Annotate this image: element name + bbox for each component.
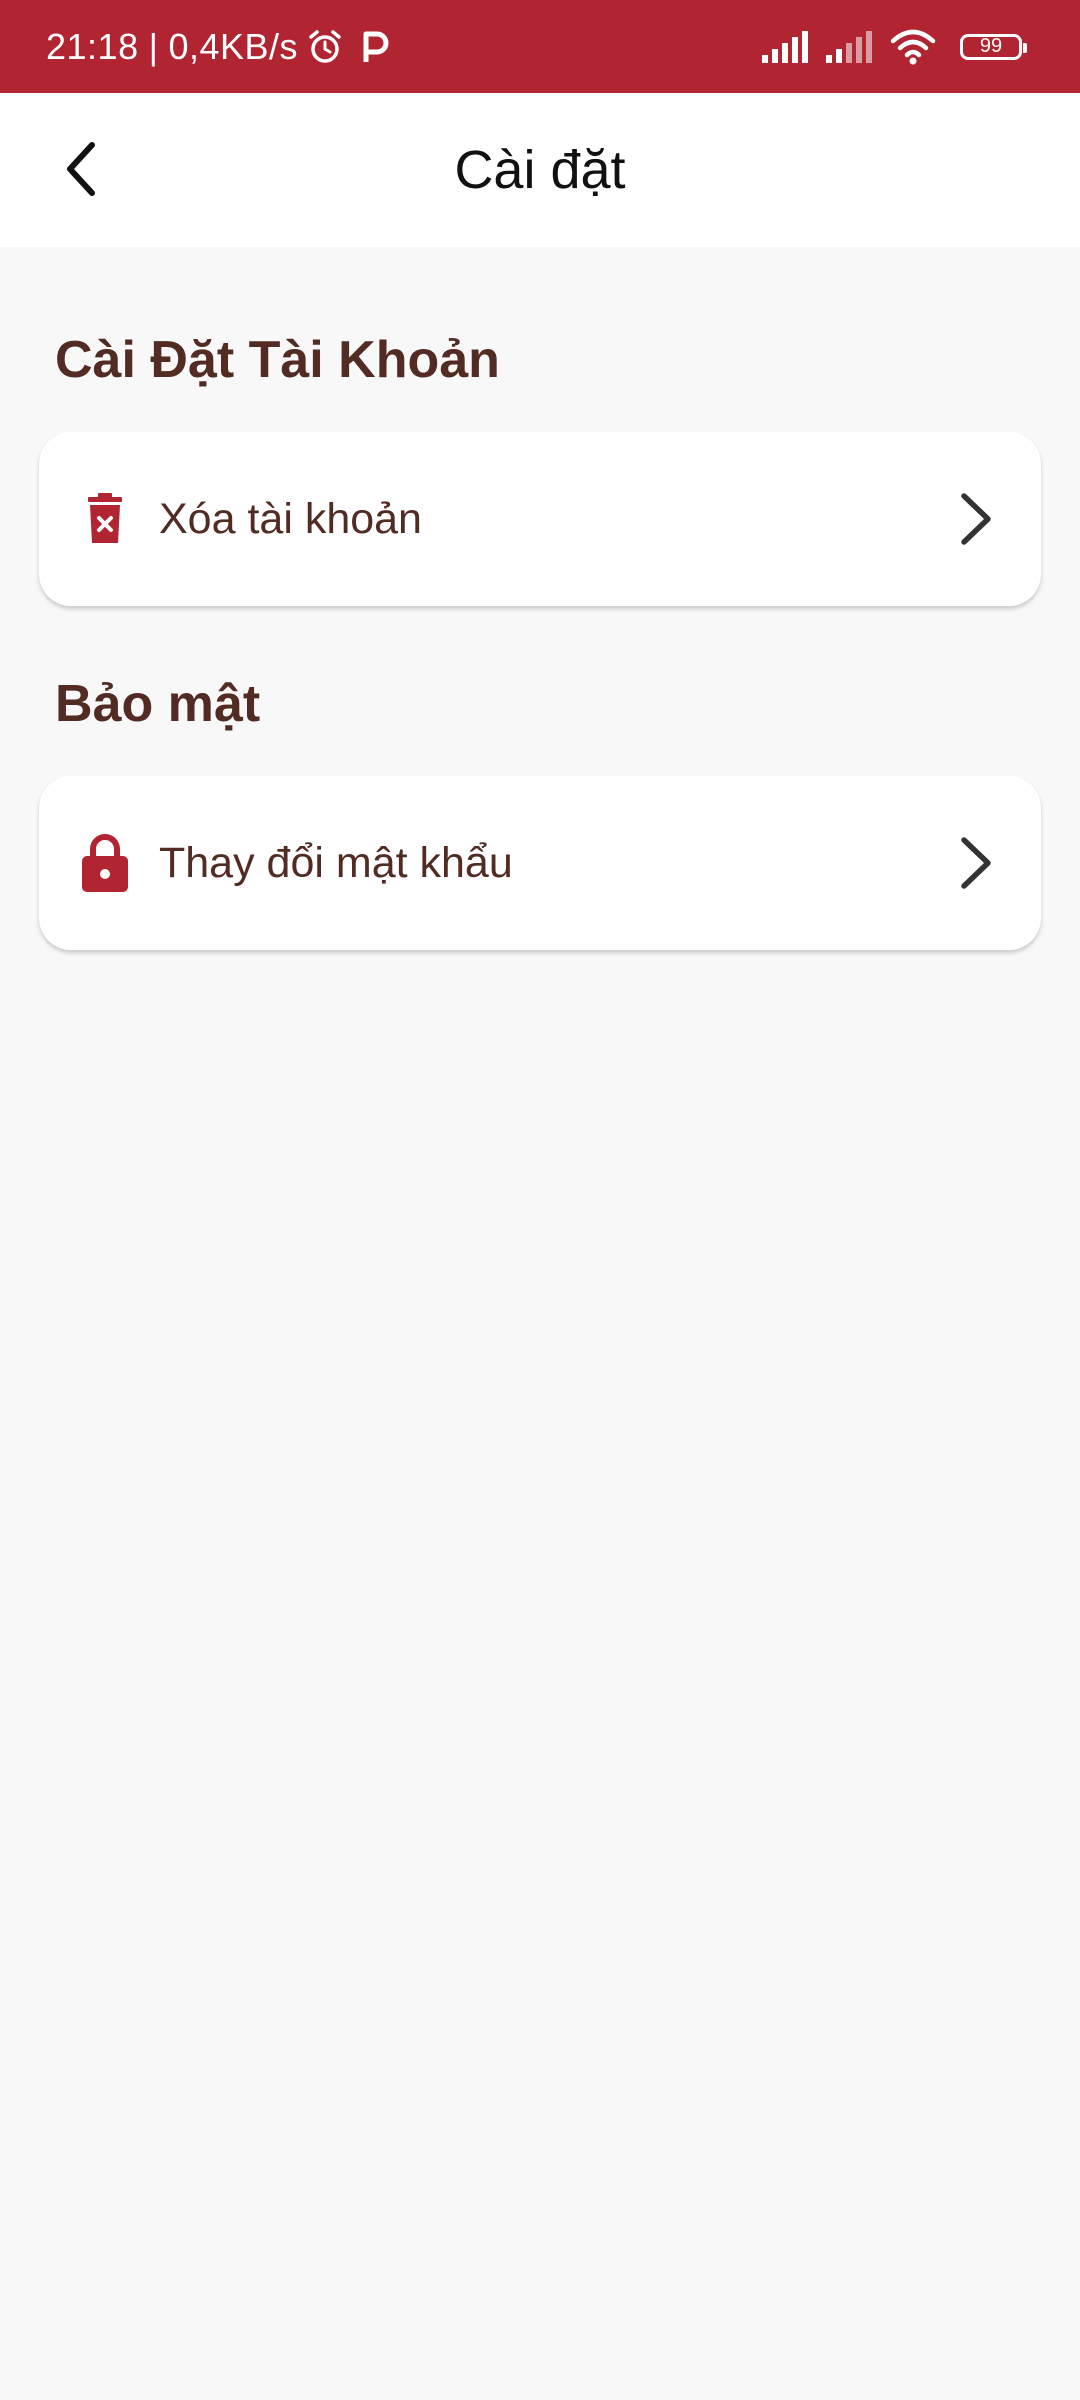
chevron-right-icon	[961, 493, 991, 545]
change-password-label: Thay đổi mật khẩu	[159, 838, 513, 887]
p-app-icon	[363, 31, 389, 62]
signal-icon	[826, 30, 872, 63]
chevron-left-icon	[67, 142, 95, 196]
delete-account-item[interactable]: Xóa tài khoản	[39, 432, 1041, 606]
status-bar: 21:18 | 0,4KB/s 99	[0, 0, 1080, 93]
back-button[interactable]	[44, 133, 116, 205]
page-title: Cài đặt	[454, 140, 626, 200]
status-time: 21:18	[46, 25, 139, 67]
battery-icon: 99	[960, 33, 1027, 60]
card-icon-wrapper	[75, 432, 135, 606]
alarm-icon	[309, 29, 341, 63]
chevron-right-icon	[961, 837, 991, 889]
signal-icon	[762, 30, 808, 63]
card-icon-wrapper	[75, 776, 135, 950]
status-left: 21:18 | 0,4KB/s	[46, 0, 392, 93]
lock-icon	[82, 834, 128, 892]
delete-account-label: Xóa tài khoản	[159, 494, 422, 543]
section-title-security: Bảo mật	[55, 675, 261, 733]
status-right: 99	[762, 0, 1027, 93]
app-bar: Cài đặt	[0, 93, 1080, 247]
status-separator: |	[148, 25, 159, 67]
trash-delete-icon	[88, 493, 122, 543]
change-password-item[interactable]: Thay đổi mật khẩu	[39, 776, 1041, 950]
wifi-icon	[890, 29, 936, 64]
network-speed: 0,4KB/s	[168, 25, 299, 67]
chevron-wrapper	[951, 776, 1001, 950]
chevron-wrapper	[951, 432, 1001, 606]
section-title-account-settings: Cài Đặt Tài Khoản	[55, 331, 500, 389]
battery-level: 99	[979, 35, 1003, 57]
